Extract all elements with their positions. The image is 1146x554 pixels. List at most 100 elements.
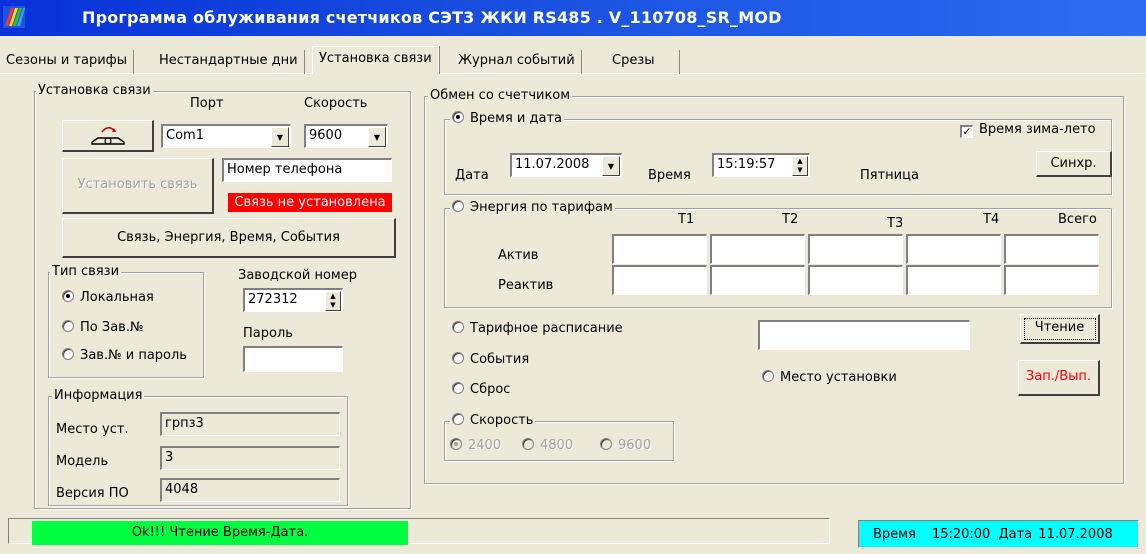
chevron-down-icon[interactable]: ▼ (368, 127, 386, 147)
date-value: 11.07.2008 (515, 157, 590, 172)
port-label: Порт (190, 96, 224, 111)
energy-cell[interactable] (612, 234, 707, 264)
radio-empty-icon (600, 438, 612, 450)
status-message: Ok!!! Чтение Время-Дата. (32, 521, 408, 545)
serial-number-field[interactable]: 272312 ▲ ▼ (243, 288, 343, 312)
energy-radio[interactable]: Энергия по тарифам (450, 200, 615, 215)
energy-cell[interactable] (906, 265, 1001, 295)
dst-checkbox[interactable]: ✓ Время зима-лето (960, 122, 1096, 138)
clock-date-label: Дата (998, 527, 1033, 542)
model-field: 3 (160, 446, 340, 470)
link-type-serial-radio[interactable]: По Зав.№ (62, 320, 143, 335)
reset-radio[interactable]: Сброс (452, 382, 510, 397)
location-value: грпз3 (165, 416, 204, 431)
speed-2400-radio[interactable]: 2400 (450, 438, 501, 453)
connection-group-label: Установка связи (36, 83, 153, 98)
spin-updown-icon[interactable]: ▲ ▼ (325, 291, 341, 311)
speed-select[interactable]: 9600 ▼ (304, 124, 388, 148)
datetime-radio[interactable]: Время и дата (450, 111, 565, 126)
energy-cell[interactable] (1004, 265, 1099, 295)
col-total: Всего (1058, 212, 1097, 227)
energy-cell[interactable] (808, 265, 903, 295)
phone-number-field[interactable]: Номер телефона (222, 158, 392, 182)
col-t4: T4 (983, 212, 1000, 227)
install-location-radio[interactable]: Место установки (762, 370, 897, 385)
version-label: Версия ПО (56, 486, 129, 501)
speed-4800-label: 4800 (540, 438, 574, 453)
energy-cell[interactable] (808, 234, 903, 264)
version-value: 4048 (165, 482, 199, 497)
reset-label: Сброс (470, 382, 511, 397)
password-field[interactable] (243, 346, 343, 372)
install-location-field[interactable] (758, 320, 970, 350)
connect-energy-time-events-button[interactable]: Связь, Энергия, Время, События (62, 218, 396, 258)
speed-radio-label: Скорость (470, 413, 534, 428)
energy-cell[interactable] (906, 234, 1001, 264)
row-reactive: Реактив (498, 278, 554, 293)
date-picker[interactable]: 11.07.2008 ▼ (510, 153, 622, 177)
radio-empty-icon (62, 348, 74, 360)
speed-9600-radio[interactable]: 9600 (600, 438, 651, 453)
clock-date-value: 11.07.2008 (1038, 527, 1113, 542)
events-radio[interactable]: События (452, 352, 529, 367)
energy-cell[interactable] (710, 234, 805, 264)
exchange-group-label: Обмен со счетчиком (428, 88, 573, 103)
tariff-schedule-label: Тарифное расписание (470, 321, 623, 336)
tab-nonstandard-days[interactable]: Нестандартные дни (153, 50, 305, 74)
speed-label: Скорость (304, 96, 368, 111)
energy-cell[interactable] (612, 265, 707, 295)
checkmark-icon: ✓ (960, 125, 973, 138)
link-type-group-label: Тип связи (50, 264, 122, 279)
radio-empty-icon (452, 413, 464, 425)
connect-energy-time-events-label: Связь, Энергия, Время, События (117, 230, 340, 245)
link-type-serial-password-radio[interactable]: Зав.№ и пароль (62, 348, 187, 363)
clock-panel: Время 15:20:00 Дата 11.07.2008 (858, 520, 1139, 548)
time-picker[interactable]: 15:19:57 ▲ ▼ (712, 153, 810, 177)
tab-connection-setup[interactable]: Установка связи (312, 46, 439, 74)
row-active: Актив (498, 248, 539, 263)
sync-button[interactable]: Синхр. (1036, 151, 1112, 177)
establish-connection-label: Установить связь (77, 177, 198, 192)
link-type-local-radio[interactable]: Локальная (62, 290, 154, 305)
read-button-label: Чтение (1034, 320, 1085, 335)
energy-radio-label: Энергия по тарифам (470, 200, 613, 215)
col-t1: T1 (678, 212, 695, 227)
chevron-down-icon[interactable]: ▼ (602, 156, 620, 176)
chevron-down-icon[interactable]: ▼ (271, 127, 289, 147)
energy-cell[interactable] (1004, 234, 1099, 264)
energy-cell[interactable] (710, 265, 805, 295)
weekday-label: Пятница (860, 168, 919, 183)
serial-number-label: Заводской номер (238, 268, 357, 283)
tab-event-log[interactable]: Журнал событий (452, 50, 582, 74)
establish-connection-button[interactable]: Установить связь (62, 158, 214, 214)
serial-number-value: 272312 (248, 292, 298, 307)
tab-slices[interactable]: Срезы (582, 50, 680, 74)
write-execute-button[interactable]: Зап./Вып. (1018, 360, 1100, 396)
radio-selected-icon (62, 290, 74, 302)
time-value: 15:19:57 (717, 157, 776, 172)
location-label: Место уст. (56, 422, 129, 437)
install-location-label: Место установки (780, 370, 897, 385)
window-title: Программа облуживания счетчиков СЭТ3 ЖКИ… (82, 8, 782, 27)
port-select[interactable]: Com1 ▼ (161, 124, 291, 148)
read-button[interactable]: Чтение (1020, 314, 1100, 344)
col-t3: T3 (887, 216, 904, 231)
radio-empty-icon (452, 352, 464, 364)
tariff-schedule-radio[interactable]: Тарифное расписание (452, 321, 623, 336)
speed-radio[interactable]: Скорость (450, 413, 536, 428)
password-label: Пароль (243, 326, 293, 341)
handset-button[interactable] (62, 120, 154, 152)
title-bar: Программа облуживания счетчиков СЭТ3 ЖКИ… (0, 0, 1146, 36)
spin-updown-icon[interactable]: ▲ ▼ (792, 156, 808, 176)
tab-seasons-tariffs[interactable]: Сезоны и тарифы (0, 50, 135, 74)
version-field: 4048 (160, 478, 340, 502)
radio-selected-icon (450, 438, 462, 450)
info-group-label: Информация (52, 388, 145, 403)
datetime-radio-label: Время и дата (470, 111, 563, 126)
radio-empty-icon (762, 370, 774, 382)
dst-label: Время зима-лето (979, 122, 1096, 137)
col-t2: T2 (782, 212, 799, 227)
speed-4800-radio[interactable]: 4800 (522, 438, 573, 453)
link-type-serial-label: По Зав.№ (80, 320, 144, 335)
model-value: 3 (165, 450, 174, 465)
